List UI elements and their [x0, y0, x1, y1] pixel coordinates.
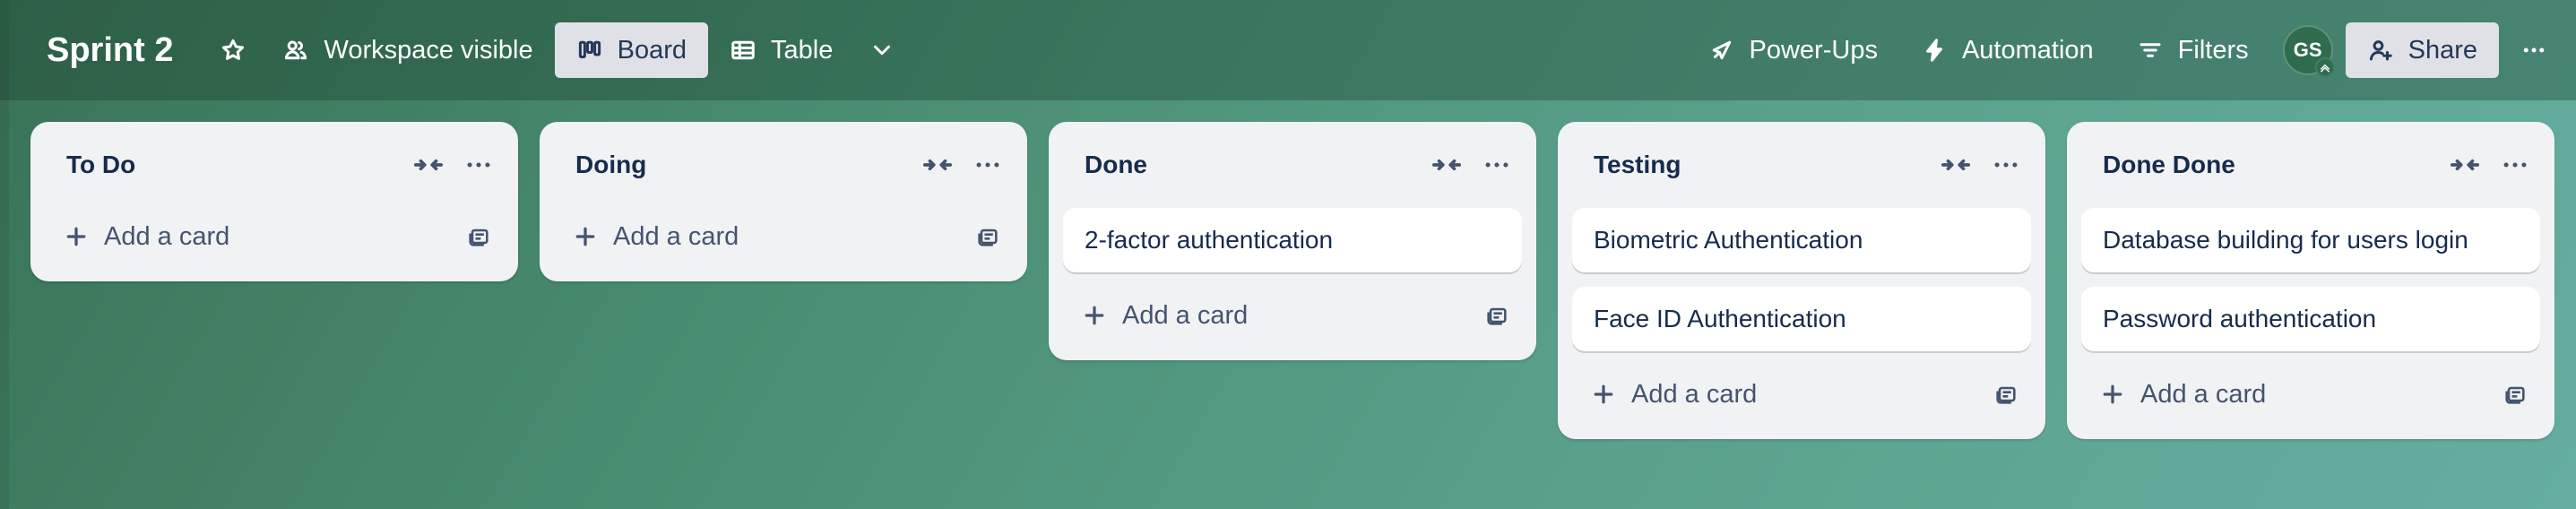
- visibility-label: Workspace visible: [324, 35, 533, 65]
- list-testing: Testing Biometric Authentication Face ID…: [1558, 122, 2045, 439]
- list-actions-button[interactable]: [963, 140, 1013, 190]
- card[interactable]: Password authentication: [2081, 287, 2540, 351]
- view-tab-board-label: Board: [617, 35, 687, 65]
- list-done: Done 2-factor authentication Add a card: [1049, 122, 1536, 360]
- plus-icon: [63, 223, 90, 250]
- collapse-icon: [1941, 159, 1971, 171]
- board-title[interactable]: Sprint 2: [47, 31, 173, 70]
- list-actions-button[interactable]: [454, 140, 504, 190]
- more-horizontal-icon: [2523, 47, 2545, 53]
- plus-icon: [2099, 381, 2126, 408]
- automation-button[interactable]: Automation: [1899, 22, 2115, 78]
- card[interactable]: Face ID Authentication: [1572, 287, 2031, 351]
- avatar-initials: GS: [2293, 39, 2322, 61]
- view-tab-table[interactable]: Table: [708, 22, 854, 78]
- list-to-do: To Do Add a card: [30, 122, 518, 281]
- people-icon: [285, 40, 307, 60]
- list-header: Done: [1063, 122, 1522, 208]
- card-template-icon[interactable]: [963, 211, 1013, 262]
- collapse-list-button[interactable]: [912, 140, 963, 190]
- powerups-label: Power-Ups: [1749, 35, 1878, 65]
- list-doing: Doing Add a card: [540, 122, 1027, 281]
- rocket-icon: [1712, 40, 1731, 60]
- plus-icon: [1081, 302, 1108, 329]
- star-icon: [222, 39, 245, 60]
- list-title[interactable]: Done: [1085, 151, 1422, 179]
- table-icon: [731, 40, 755, 60]
- list-done-done: Done Done Database building for users lo…: [2067, 122, 2554, 439]
- share-label: Share: [2407, 35, 2477, 65]
- star-button[interactable]: [205, 22, 261, 78]
- list-header: Doing: [554, 122, 1013, 208]
- member-avatar[interactable]: GS: [2282, 25, 2335, 77]
- collapse-icon: [1431, 159, 1462, 171]
- add-user-icon: [2369, 40, 2392, 61]
- more-horizontal-icon: [976, 162, 999, 168]
- collapse-list-button[interactable]: [1931, 140, 1981, 190]
- board-menu-button[interactable]: [2506, 22, 2562, 78]
- powerups-button[interactable]: Power-Ups: [1687, 22, 1899, 78]
- automation-label: Automation: [1961, 35, 2094, 65]
- plus-icon: [1590, 381, 1617, 408]
- view-tab-board[interactable]: Board: [554, 22, 709, 78]
- list-actions-button[interactable]: [2490, 140, 2540, 190]
- list-title[interactable]: Done Done: [2103, 151, 2440, 179]
- card-template-icon[interactable]: [2490, 369, 2540, 419]
- filters-button[interactable]: Filters: [2115, 22, 2270, 78]
- collapse-icon: [413, 159, 444, 171]
- list-title[interactable]: Doing: [575, 151, 912, 179]
- filters-label: Filters: [2177, 35, 2249, 65]
- filter-icon: [2139, 43, 2161, 57]
- visibility-button[interactable]: Workspace visible: [261, 22, 554, 78]
- add-card-label: Add a card: [613, 221, 739, 251]
- add-card-row[interactable]: Add a card: [2081, 366, 2540, 423]
- collapse-icon: [922, 159, 953, 171]
- add-card-label: Add a card: [1631, 379, 1758, 409]
- add-card-label: Add a card: [104, 221, 230, 251]
- more-horizontal-icon: [467, 162, 490, 168]
- list-title[interactable]: Testing: [1594, 151, 1931, 179]
- add-card-row[interactable]: Add a card: [45, 208, 504, 265]
- card-template-icon[interactable]: [1472, 290, 1522, 341]
- board-header: Sprint 2 Workspace visible Board Table P…: [0, 0, 2576, 100]
- collapse-list-button[interactable]: [2440, 140, 2490, 190]
- list-header: Testing: [1572, 122, 2031, 208]
- add-card-label: Add a card: [2140, 379, 2267, 409]
- add-card-label: Add a card: [1122, 300, 1249, 330]
- views-dropdown-button[interactable]: [854, 22, 910, 78]
- collapse-list-button[interactable]: [403, 140, 454, 190]
- add-card-row[interactable]: Add a card: [554, 208, 1013, 265]
- lightning-icon: [1925, 39, 1942, 62]
- card-template-icon[interactable]: [454, 211, 504, 262]
- collapse-icon: [2450, 159, 2480, 171]
- card[interactable]: Database building for users login: [2081, 208, 2540, 272]
- board-icon: [578, 40, 601, 58]
- list-actions-button[interactable]: [1472, 140, 1522, 190]
- card-template-icon[interactable]: [1981, 369, 2031, 419]
- collapse-list-button[interactable]: [1422, 140, 1472, 190]
- admin-badge-icon: [2314, 57, 2335, 77]
- list-actions-button[interactable]: [1981, 140, 2031, 190]
- add-card-row[interactable]: Add a card: [1063, 287, 1522, 344]
- chevron-down-icon: [874, 45, 891, 56]
- more-horizontal-icon: [1485, 162, 1508, 168]
- card[interactable]: Biometric Authentication: [1572, 208, 2031, 272]
- add-card-row[interactable]: Add a card: [1572, 366, 2031, 423]
- list-header: Done Done: [2081, 122, 2540, 208]
- list-title[interactable]: To Do: [66, 151, 403, 179]
- view-tab-table-label: Table: [771, 35, 834, 65]
- card[interactable]: 2-factor authentication: [1063, 208, 1522, 272]
- more-horizontal-icon: [1994, 162, 2018, 168]
- more-horizontal-icon: [2503, 162, 2527, 168]
- share-button[interactable]: Share: [2345, 22, 2499, 78]
- list-header: To Do: [45, 122, 504, 208]
- plus-icon: [572, 223, 599, 250]
